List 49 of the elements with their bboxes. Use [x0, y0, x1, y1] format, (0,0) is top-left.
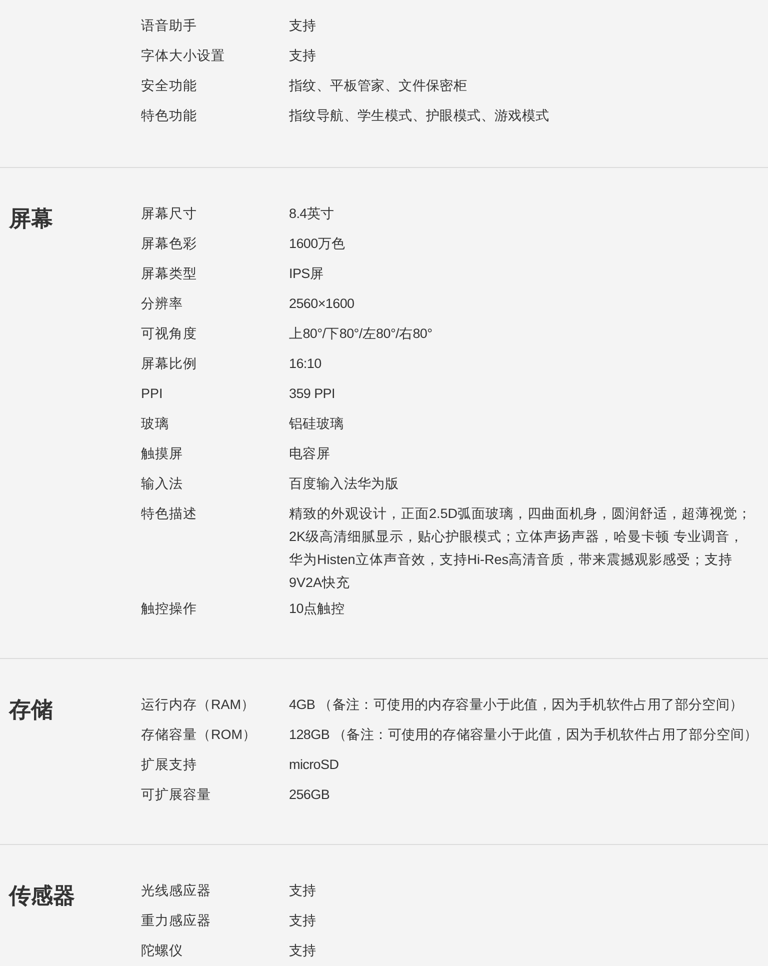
- spec-label: 重力感应器: [141, 912, 212, 930]
- spec-label: 特色功能: [141, 107, 198, 125]
- spec-value: 16:10: [289, 355, 322, 373]
- section-heading: 屏幕: [9, 205, 53, 233]
- spec-label: 安全功能: [141, 77, 198, 95]
- spec-value: 10点触控: [289, 600, 346, 618]
- spec-value: 128GB （备注：可使用的存储容量小于此值，因为手机软件占用了部分空间）: [289, 726, 759, 744]
- spec-label: 陀螺仪: [141, 942, 184, 960]
- spec-value: 支持: [289, 942, 318, 960]
- spec-label: 字体大小设置: [141, 47, 226, 65]
- spec-value: 电容屏: [289, 445, 332, 463]
- spec-label: 语音助手: [141, 17, 198, 35]
- spec-value: 指纹、平板管家、文件保密柜: [289, 77, 468, 95]
- spec-label: 分辨率: [141, 295, 184, 313]
- spec-label: 玻璃: [141, 415, 170, 433]
- spec-value: 百度输入法华为版: [289, 475, 400, 493]
- spec-value: 指纹导航、学生模式、护眼模式、游戏模式: [289, 107, 550, 125]
- spec-value: 上80°/下80°/左80°/右80°: [289, 325, 434, 343]
- spec-label: 光线感应器: [141, 882, 212, 900]
- spec-value: IPS屏: [289, 265, 325, 283]
- spec-label: PPI: [141, 385, 164, 403]
- spec-value: 支持: [289, 882, 318, 900]
- spec-value: 8.4英寸: [289, 205, 336, 223]
- spec-value: 256GB: [289, 786, 331, 804]
- spec-label: 输入法: [141, 475, 184, 493]
- spec-value: 359 PPI: [289, 385, 336, 403]
- spec-label: 特色描述: [141, 505, 198, 523]
- spec-label: 屏幕类型: [141, 265, 198, 283]
- spec-value: 铝硅玻璃: [289, 415, 345, 433]
- spec-label: 屏幕比例: [141, 355, 198, 373]
- spec-value: 1600万色: [289, 235, 346, 253]
- spec-value: 精致的外观设计，正面2.5D弧面玻璃，四曲面机身，圆润舒适，超薄视觉；2K级高清细腻显示，贴心护眼模式；立体声扬声器，哈曼卡顿 专业调音，华为Histen立体声音效，支持Hi-Res高清音质，带来震撼观影感受；支持 9V2A快充: [289, 505, 753, 592]
- section-heading: 存储: [9, 696, 53, 724]
- spec-label: 触摸屏: [141, 445, 184, 463]
- section-heading: 传感器: [9, 882, 75, 910]
- spec-value: 支持: [289, 47, 318, 65]
- spec-label: 运行内存（RAM）: [141, 696, 256, 714]
- spec-label: 存储容量（ROM）: [141, 726, 258, 744]
- spec-label: 屏幕色彩: [141, 235, 198, 253]
- spec-label: 可视角度: [141, 325, 198, 343]
- spec-label: 可扩展容量: [141, 786, 212, 804]
- spec-label: 扩展支持: [141, 756, 198, 774]
- spec-value: 2560×1600: [289, 295, 356, 313]
- spec-value: 支持: [289, 17, 318, 35]
- spec-label: 触控操作: [141, 600, 198, 618]
- spec-label: 屏幕尺寸: [141, 205, 198, 223]
- spec-value: 支持: [289, 912, 318, 930]
- spec-value: 4GB （备注：可使用的内存容量小于此值，因为手机软件占用了部分空间）: [289, 696, 744, 714]
- spec-value: microSD: [289, 756, 340, 774]
